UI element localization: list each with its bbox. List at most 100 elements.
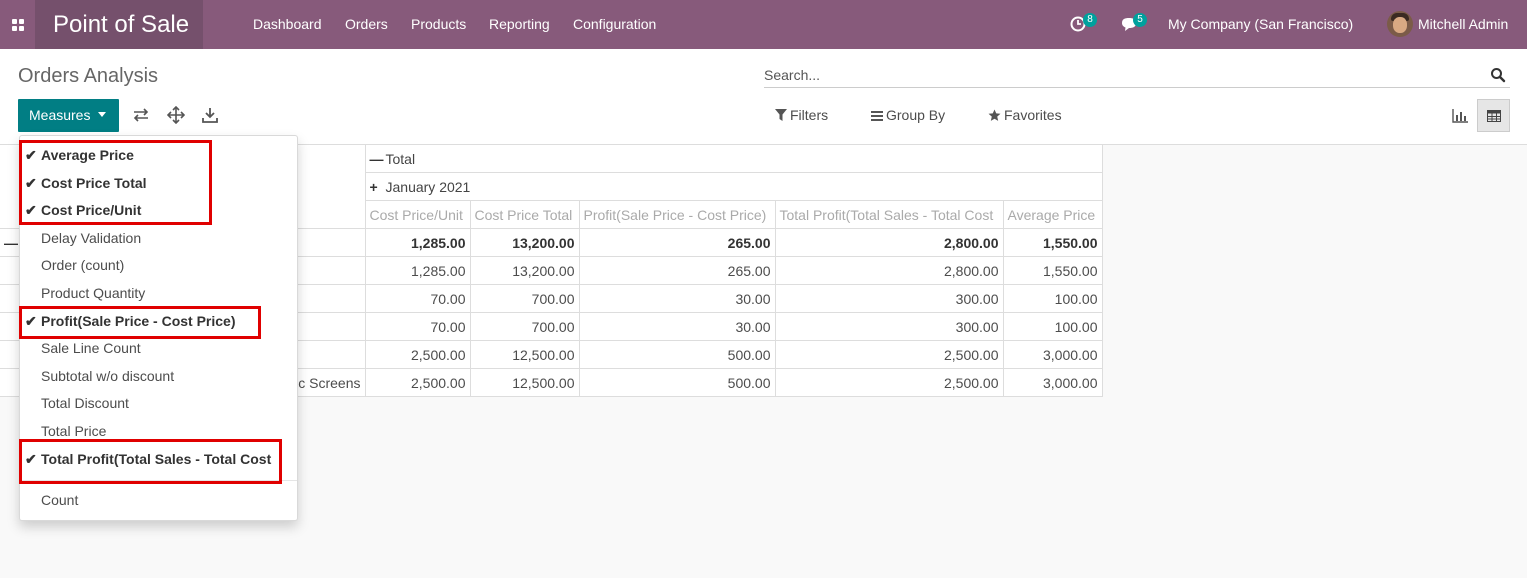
pivot-cell[interactable]: 2,500.00 [774, 340, 1004, 369]
menu-orders[interactable]: Orders [345, 0, 388, 49]
measure-item-delay-validation[interactable]: Delay Validation [20, 225, 297, 252]
check-icon: ✔ [25, 202, 37, 218]
measure-item-order-count[interactable]: Order (count) [20, 252, 297, 279]
pivot-cell[interactable]: 2,500.00 [774, 368, 1004, 397]
measure-item-label: Count [41, 492, 79, 508]
measure-item-total-discount[interactable]: Total Discount [20, 390, 297, 417]
pivot-col-header-group[interactable]: + January 2021 [364, 172, 1103, 201]
measure-item-sale-line-count[interactable]: Sale Line Count [20, 335, 297, 362]
pivot-cell[interactable]: 100.00 [1002, 284, 1103, 313]
filters-label: Filters [790, 107, 829, 123]
col-group-label: January 2021 [385, 178, 471, 195]
measure-item-cost-price-total[interactable]: ✔ Cost Price Total [20, 170, 297, 197]
table-icon [1486, 109, 1501, 122]
group-by-label: Group By [886, 107, 946, 123]
pivot-cell[interactable]: 12,500.00 [469, 340, 580, 369]
menu-reporting[interactable]: Reporting [489, 0, 550, 49]
measure-item-label: Cost Price Total [41, 175, 147, 191]
pivot-cell[interactable]: 500.00 [578, 368, 776, 397]
check-icon: ✔ [25, 313, 37, 329]
group-by-button[interactable]: Group By [871, 107, 945, 123]
menu-dashboard[interactable]: Dashboard [253, 0, 322, 49]
measure-item-cost-price-unit[interactable]: ✔ Cost Price/Unit [20, 197, 297, 224]
top-navbar: Point of Sale Dashboard Orders Products … [0, 0, 1527, 49]
measure-header[interactable]: Profit(Sale Price - Cost Price) [578, 200, 776, 229]
pivot-cell[interactable]: 265.00 [578, 256, 776, 285]
menu-products[interactable]: Products [411, 0, 466, 49]
pivot-cell[interactable]: 1,550.00 [1002, 228, 1103, 257]
menu-configuration[interactable]: Configuration [573, 0, 656, 49]
pivot-cell[interactable]: 700.00 [469, 284, 580, 313]
measure-item-profit[interactable]: ✔ Profit(Sale Price - Cost Price) [20, 308, 297, 335]
pivot-cell[interactable]: 13,200.00 [469, 256, 580, 285]
col-header-label: Total [385, 150, 416, 167]
check-icon: ✔ [25, 175, 37, 191]
pivot-cell[interactable]: 500.00 [578, 340, 776, 369]
favorites-button[interactable]: Favorites [988, 107, 1062, 123]
pivot-cell[interactable]: 3,000.00 [1002, 340, 1103, 369]
measures-button[interactable]: Measures [18, 99, 119, 132]
pivot-cell[interactable]: 1,285.00 [364, 256, 471, 285]
user-menu[interactable]: Mitchell Admin [1418, 0, 1508, 48]
apps-menu-button[interactable] [0, 0, 35, 49]
pivot-cell[interactable]: 1,285.00 [364, 228, 471, 257]
measure-header[interactable]: Total Profit(Total Sales - Total Cost [774, 200, 1004, 229]
pivot-cell[interactable]: 700.00 [469, 312, 580, 341]
pivot-cell[interactable]: 300.00 [774, 284, 1004, 313]
measure-item-label: Average Price [41, 147, 134, 163]
pivot-cell[interactable]: 100.00 [1002, 312, 1103, 341]
measure-item-label: Order (count) [41, 257, 125, 273]
favorites-label: Favorites [1004, 107, 1062, 123]
expand-plus-icon: + [369, 178, 378, 195]
filters-button[interactable]: Filters [775, 107, 828, 123]
measure-header[interactable]: Cost Price/Unit [364, 200, 471, 229]
measure-item-product-quantity[interactable]: Product Quantity [20, 280, 297, 307]
pivot-cell[interactable]: 13,200.00 [469, 228, 580, 257]
user-avatar[interactable] [1387, 11, 1413, 37]
pivot-view-button[interactable] [1477, 99, 1510, 132]
flip-axis-icon[interactable] [132, 106, 150, 124]
search-bar [764, 64, 1510, 88]
measure-item-label: Subtotal w/o discount [41, 368, 175, 384]
app-brand[interactable]: Point of Sale [35, 0, 203, 49]
pivot-cell[interactable]: 70.00 [364, 284, 471, 313]
download-icon[interactable] [201, 106, 219, 124]
pivot-col-header-total[interactable]: — Total [364, 144, 1103, 173]
apps-grid-icon [11, 18, 24, 31]
pivot-cell[interactable]: 30.00 [578, 284, 776, 313]
expand-all-icon[interactable] [167, 106, 185, 124]
measure-item-count[interactable]: Count [20, 487, 297, 514]
pivot-cell[interactable]: 70.00 [364, 312, 471, 341]
pivot-cell[interactable]: 2,800.00 [774, 256, 1004, 285]
measure-item-label: Product Quantity [41, 285, 146, 301]
search-input[interactable] [764, 64, 1464, 86]
measure-item-total-profit[interactable]: ✔ Total Profit(Total Sales - Total Cost [20, 446, 297, 473]
bars-icon [871, 111, 883, 121]
pivot-cell[interactable]: 265.00 [578, 228, 776, 257]
pivot-cell[interactable]: 1,550.00 [1002, 256, 1103, 285]
measure-item-label: Delay Validation [41, 230, 142, 246]
pivot-cell[interactable]: 2,500.00 [364, 340, 471, 369]
pivot-cell[interactable]: 2,500.00 [364, 368, 471, 397]
pivot-cell[interactable]: 2,800.00 [774, 228, 1004, 257]
pivot-cell[interactable]: 12,500.00 [469, 368, 580, 397]
measure-item-total-price[interactable]: Total Price [20, 418, 297, 445]
graph-view-button[interactable] [1443, 99, 1476, 132]
control-panel: Orders Analysis Measures Filters Group B… [0, 49, 1527, 145]
pivot-cell[interactable]: 3,000.00 [1002, 368, 1103, 397]
measure-header[interactable]: Average Price [1002, 200, 1103, 229]
messages-badge: 5 [1133, 13, 1147, 27]
measure-item-subtotal-wo-discount[interactable]: Subtotal w/o discount [20, 363, 297, 390]
pivot-cell[interactable]: 30.00 [578, 312, 776, 341]
measure-header[interactable]: Cost Price Total [469, 200, 580, 229]
pivot-cell[interactable]: 300.00 [774, 312, 1004, 341]
check-icon: ✔ [25, 147, 37, 163]
search-icon[interactable] [1490, 67, 1506, 83]
company-switcher[interactable]: My Company (San Francisco) [1168, 0, 1353, 48]
measure-item-label: Total Discount [41, 395, 129, 411]
measure-item-average-price[interactable]: ✔ Average Price [20, 142, 297, 169]
caret-down-icon [98, 111, 107, 117]
check-icon: ✔ [25, 451, 37, 467]
measure-item-label: Profit(Sale Price - Cost Price) [41, 313, 236, 329]
star-icon [988, 109, 1001, 121]
